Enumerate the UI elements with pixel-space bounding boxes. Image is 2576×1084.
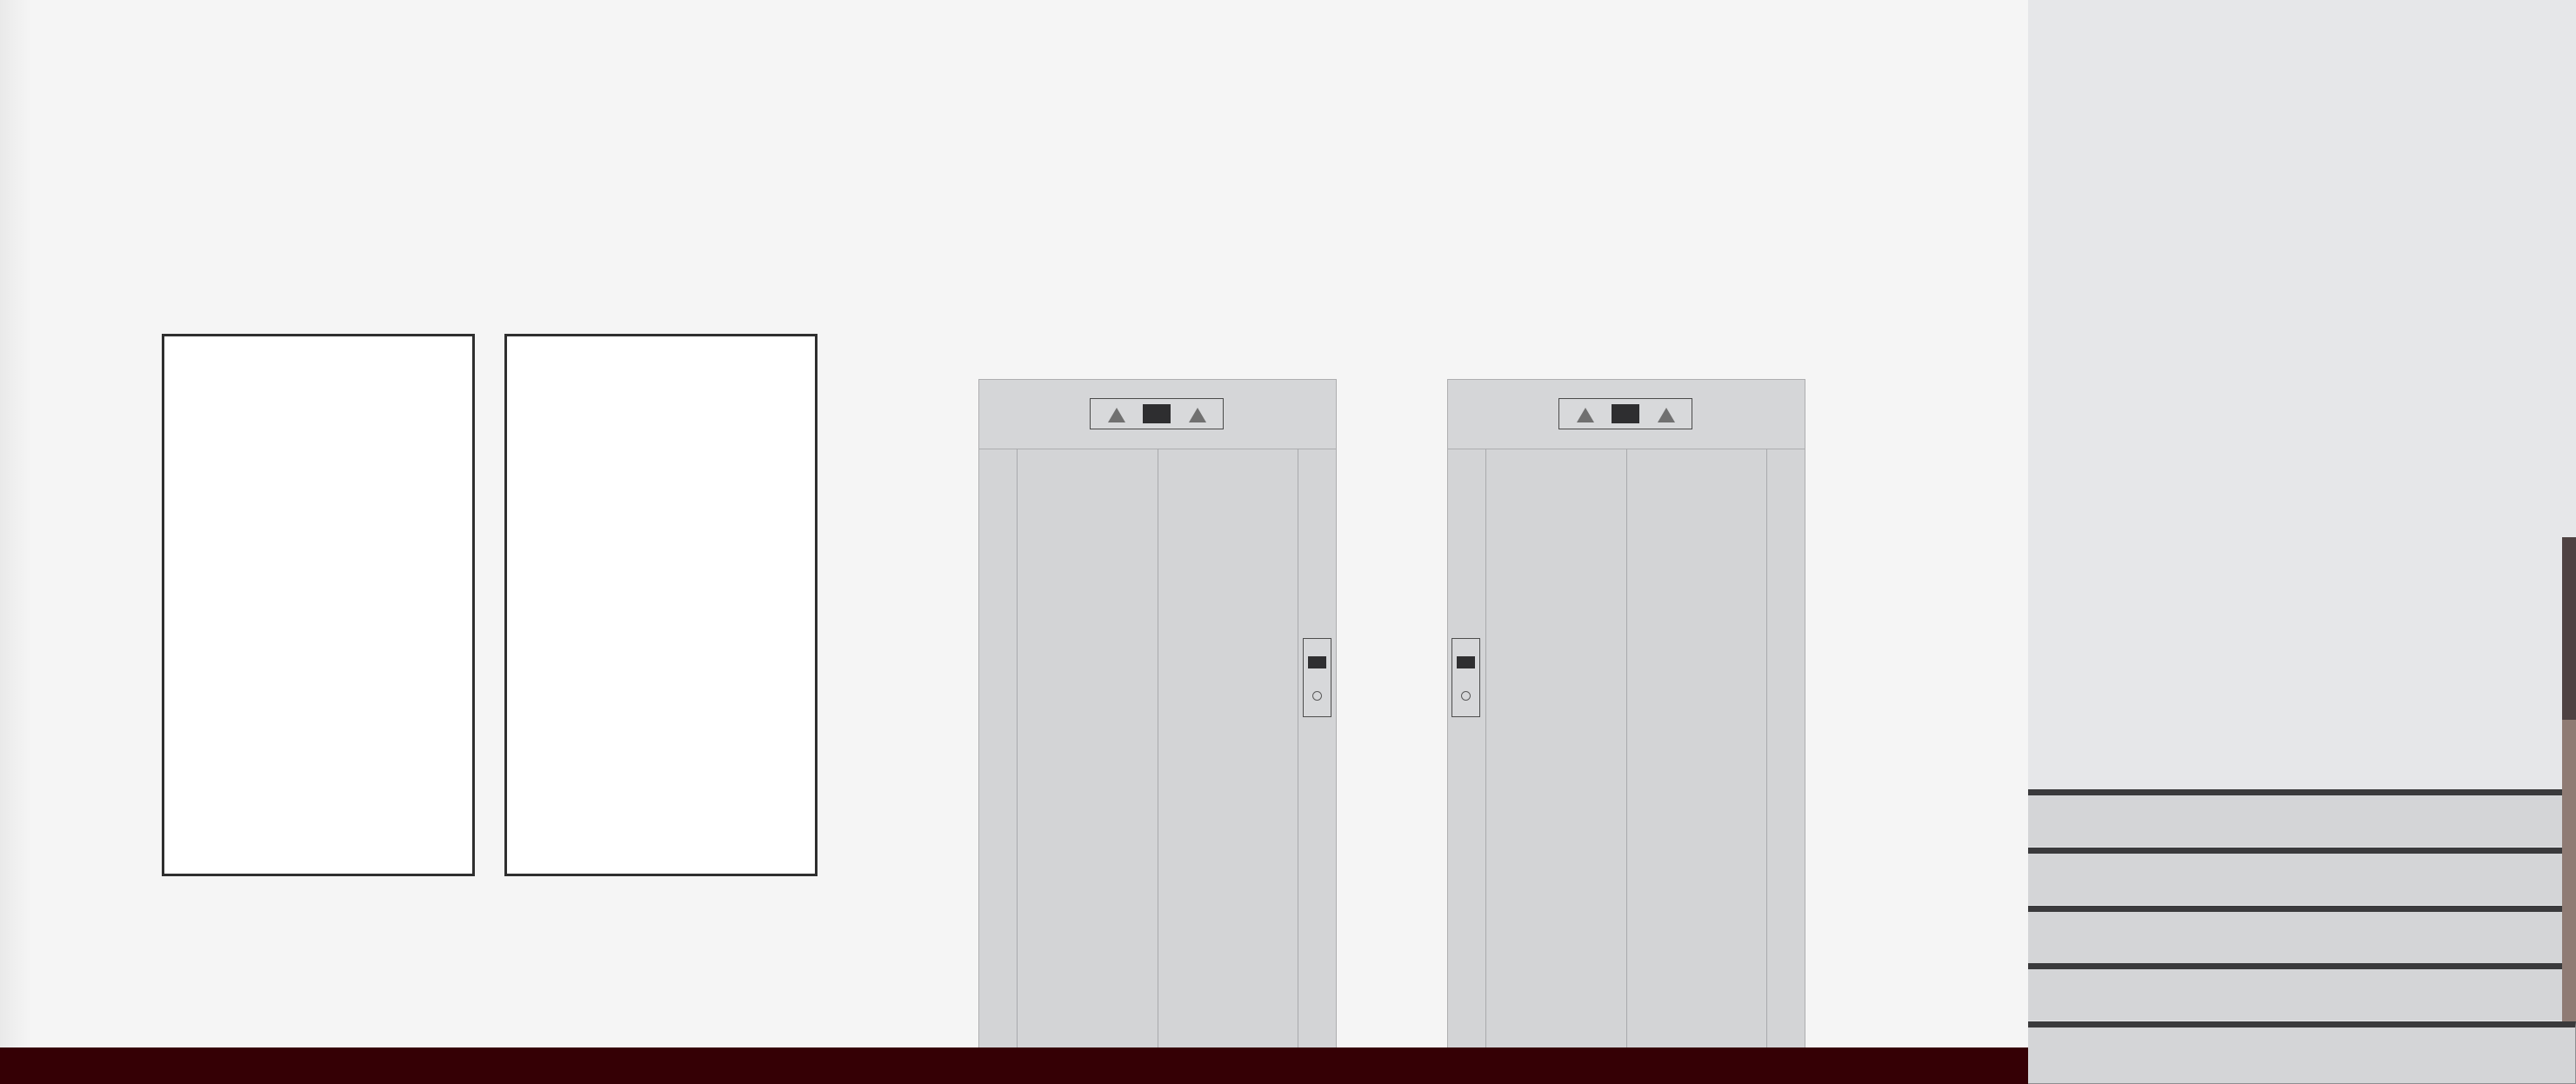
up-arrow-icon [1577,408,1594,422]
door-frame-line [1017,449,1018,1084]
door-split-line [1626,449,1627,1084]
elevator-right-header [1448,380,1805,449]
elevator-right[interactable] [1447,379,1805,1084]
elevator-call-panel[interactable] [1452,638,1480,717]
door-frame-line [1485,449,1486,1084]
floor-display [1143,404,1171,423]
call-button[interactable] [1308,656,1326,668]
floor-strip [0,1047,2028,1084]
door-frame-line [1766,449,1767,1084]
call-button[interactable] [1457,656,1475,668]
stair-step[interactable] [2028,848,2562,905]
elevator-left-header [979,380,1336,449]
stair-rail-top [2562,537,2576,720]
wall-frame-right[interactable] [504,334,818,876]
stair-step[interactable] [2028,963,2562,1021]
call-indicator-icon [1461,691,1471,701]
floor-display [1612,404,1639,423]
elevator-left-indicator [1090,398,1224,429]
stair-step[interactable] [2028,1021,2576,1084]
wall-frame-left[interactable] [162,334,475,876]
elevator-call-panel[interactable] [1303,638,1331,717]
left-wall-shadow [0,0,31,1047]
call-indicator-icon [1312,691,1322,701]
stair-step[interactable] [2028,906,2562,963]
elevator-right-indicator [1558,398,1692,429]
up-arrow-icon [1189,408,1206,422]
elevator-left[interactable] [978,379,1337,1084]
up-arrow-icon [1108,408,1125,422]
stair-step[interactable] [2028,789,2562,847]
game-scene [0,0,2576,1084]
up-arrow-icon [1658,408,1675,422]
